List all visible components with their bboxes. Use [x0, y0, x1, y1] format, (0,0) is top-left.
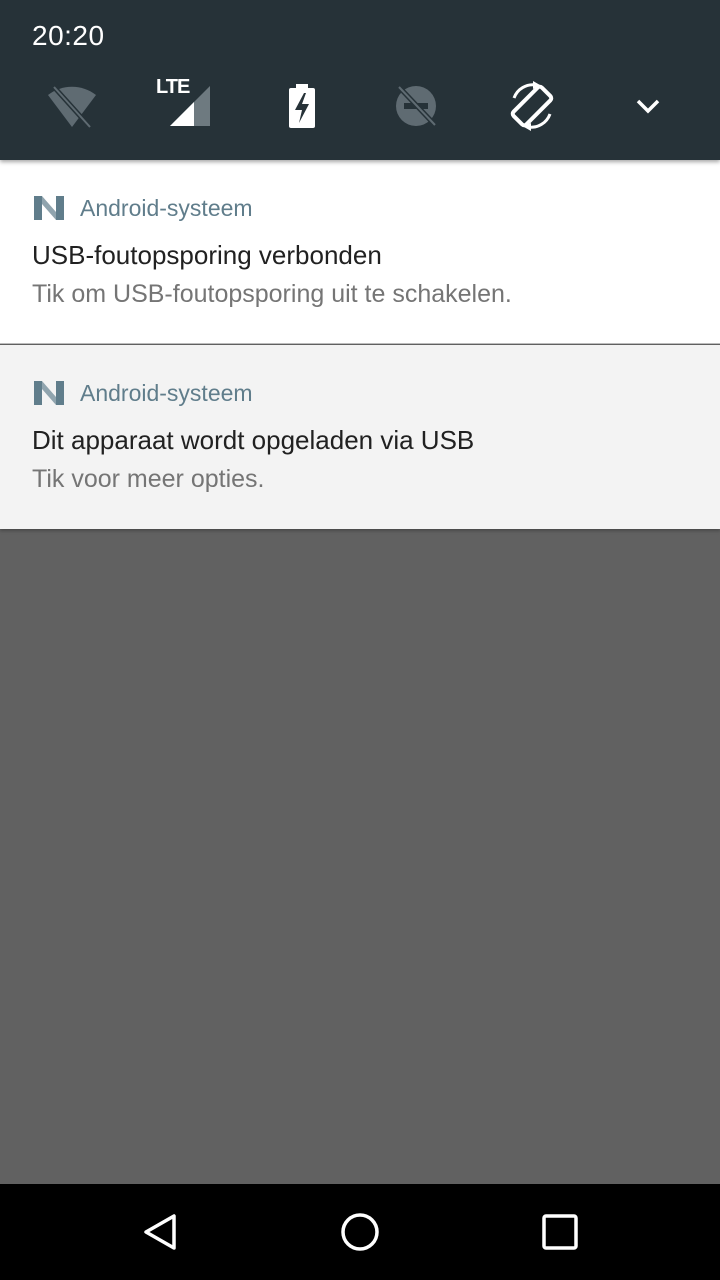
app-name: Android-systeem — [80, 379, 253, 406]
notification-title: Dit apparaat wordt opgeladen via USB — [32, 425, 475, 455]
battery-charging-icon — [289, 84, 315, 128]
dnd-tile[interactable] — [390, 80, 442, 132]
wifi-tile[interactable] — [46, 80, 98, 132]
home-icon — [341, 1213, 379, 1251]
notification-usb-debugging[interactable]: Android-systeem USB-foutopsporing verbon… — [0, 160, 720, 344]
notification-header: Android-systeem — [32, 377, 253, 409]
app-name: Android-systeem — [80, 194, 253, 221]
quick-settings-header: 20:20 LTE — [0, 0, 720, 160]
navigation-bar — [0, 1184, 720, 1280]
notification-header: Android-systeem — [32, 192, 253, 224]
battery-tile[interactable] — [276, 80, 328, 132]
chevron-down-icon — [636, 99, 660, 114]
notification-title: USB-foutopsporing verbonden — [32, 240, 382, 270]
android-n-icon — [32, 378, 66, 408]
notification-text: Tik voor meer opties. — [32, 465, 265, 493]
lte-label: LTE — [156, 76, 190, 98]
back-icon — [144, 1214, 176, 1250]
status-time: 20:20 — [32, 20, 105, 51]
back-button[interactable] — [136, 1208, 184, 1256]
auto-rotate-icon — [510, 81, 554, 131]
auto-rotate-tile[interactable] — [506, 80, 558, 132]
background-scrim[interactable] — [0, 529, 720, 1184]
home-button[interactable] — [336, 1208, 384, 1256]
expand-quick-settings-button[interactable] — [622, 80, 674, 132]
android-n-icon — [32, 193, 66, 223]
notification-usb-charging[interactable]: Android-systeem Dit apparaat wordt opgel… — [0, 345, 720, 529]
wifi-off-icon — [48, 85, 96, 129]
notification-text: Tik om USB-foutopsporing uit te schakele… — [32, 280, 512, 308]
recents-button[interactable] — [536, 1208, 584, 1256]
do-not-disturb-off-icon — [396, 85, 437, 127]
mobile-data-tile[interactable]: LTE — [156, 76, 212, 132]
recents-icon — [542, 1214, 578, 1250]
